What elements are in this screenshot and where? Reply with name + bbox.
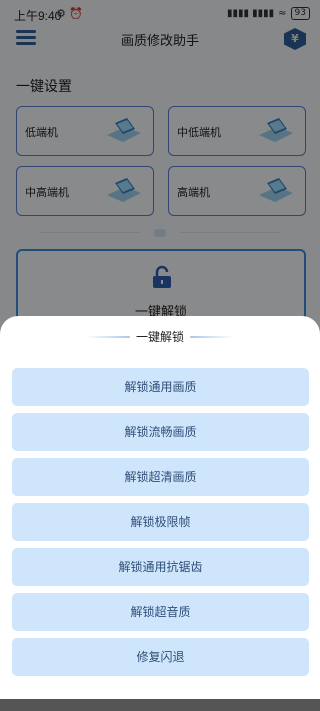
- unlock-ultra-hd-quality-button[interactable]: 解锁超清画质: [12, 458, 309, 496]
- fix-crash-button[interactable]: 修复闪退: [12, 638, 309, 676]
- title-decoration-right: [190, 336, 234, 338]
- unlock-antialiasing-button[interactable]: 解锁通用抗锯齿: [12, 548, 309, 586]
- unlock-smooth-quality-button[interactable]: 解锁流畅画质: [12, 413, 309, 451]
- unlock-general-quality-button[interactable]: 解锁通用画质: [12, 368, 309, 406]
- unlock-bottom-sheet: 一键解锁 解锁通用画质 解锁流畅画质 解锁超清画质 解锁极限帧 解锁通用抗锯齿 …: [0, 316, 320, 711]
- unlock-extreme-fps-button[interactable]: 解锁极限帧: [12, 503, 309, 541]
- sheet-header: 一键解锁: [0, 328, 320, 346]
- unlock-super-audio-button[interactable]: 解锁超音质: [12, 593, 309, 631]
- sheet-title: 一键解锁: [135, 330, 184, 344]
- system-nav-bar: [0, 699, 320, 711]
